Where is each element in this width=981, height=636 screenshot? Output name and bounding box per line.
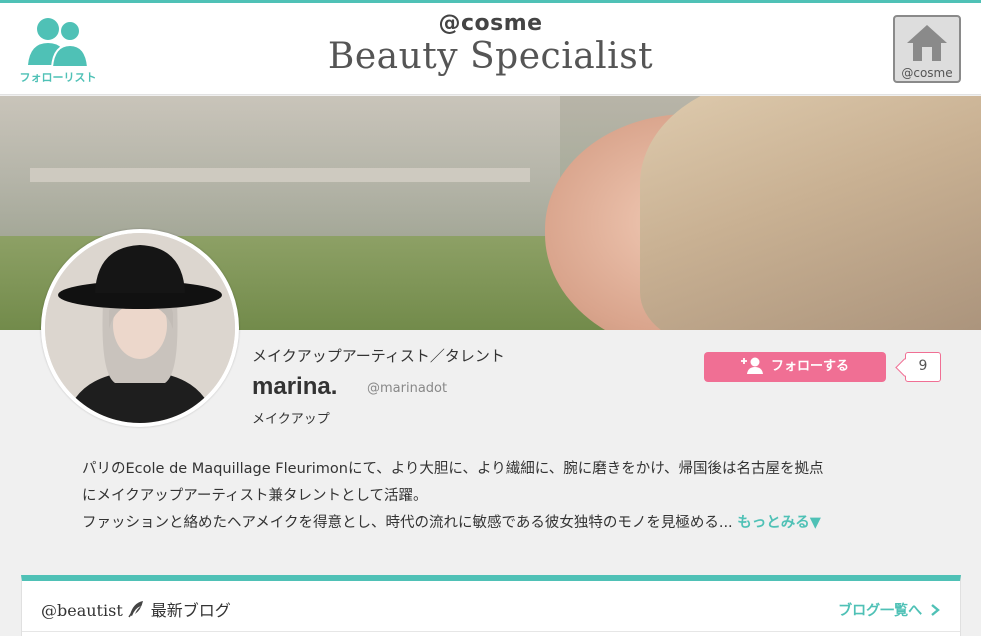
bio-line: にメイクアップアーティスト兼タレントとして活躍。 [82,488,428,504]
latest-blog-card: @beautist 最新ブログ ブログ一覧へ [21,575,961,636]
site-brand[interactable]: @cosme Beauty Specialist [0,11,981,77]
bio-line: パリのEcole de Maquillage Fleurimonにて、より大胆に… [82,461,824,477]
home-label: @cosme [901,66,953,80]
blog-brand: @beautist [41,601,123,620]
follow-button-label: フォローする [770,359,849,374]
profile-genre[interactable]: メイクアップ [252,408,330,427]
house-icon [907,25,947,61]
profile-role: メイクアップアーティスト／タレント [252,347,505,365]
blog-list-link[interactable]: ブログ一覧へ [838,600,940,620]
divider [22,631,960,632]
bio-line: ファッションと絡めたヘアメイクを得意とし、時代の流れに敏感である彼女独特のモノを… [82,510,922,537]
brand-cosme: @cosme [438,11,543,36]
chevron-right-icon [931,604,940,616]
profile-bio: パリのEcole de Maquillage Fleurimonにて、より大胆に… [82,456,922,537]
add-person-icon [740,357,763,374]
blog-list-link-label: ブログ一覧へ [838,603,923,619]
bio-line-text: ファッションと絡めたヘアメイクを得意とし、時代の流れに敏感である彼女独特のモノを… [82,515,733,531]
quill-icon [128,601,143,618]
blog-title: 最新ブログ [150,601,231,620]
top-header: フォローリスト @cosme Beauty Specialist @cosme [0,0,981,95]
profile-handle: @marinadot [367,381,448,396]
brand-beauty-specialist: Beauty Specialist [327,36,654,77]
follower-count[interactable]: 9 [905,352,941,382]
follow-button[interactable]: フォローする [704,352,886,382]
avatar-portrait [45,233,235,423]
cosme-home-button[interactable]: @cosme [893,15,961,83]
read-more-link[interactable]: もっとみる▼ [737,515,821,531]
profile-name: marina. [252,373,338,400]
blog-heading: @beautist 最新ブログ [41,597,231,621]
avatar [41,229,239,427]
